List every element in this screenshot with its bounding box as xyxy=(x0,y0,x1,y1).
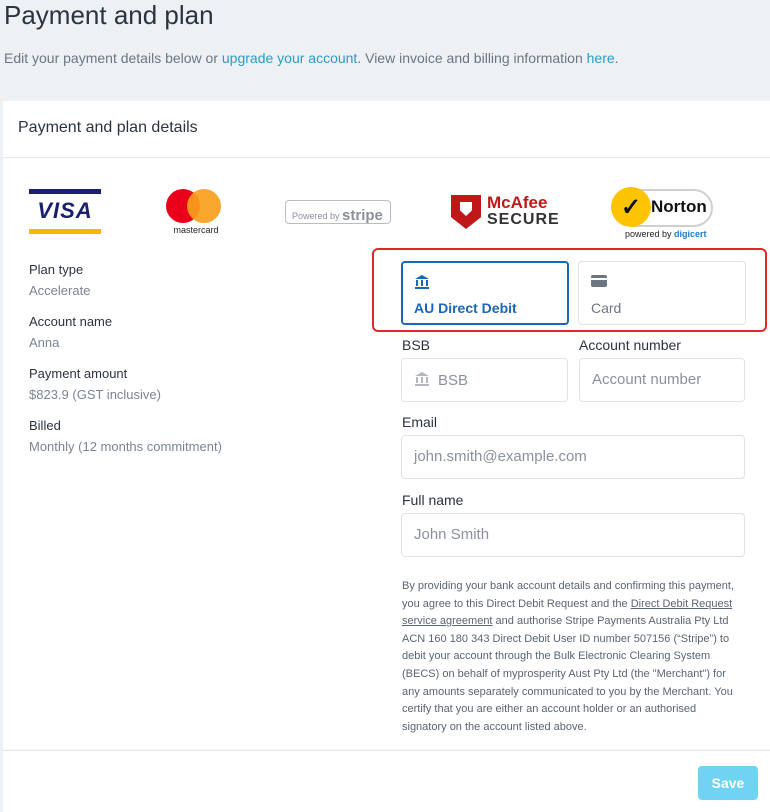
norton-wordmark: Norton xyxy=(651,197,707,216)
method-card[interactable]: Card xyxy=(578,261,746,325)
norton-powered-by: powered by xyxy=(625,229,675,239)
account-number-label: Account number xyxy=(579,337,681,353)
plan-type-value: Accelerate xyxy=(29,283,91,298)
account-number-input[interactable]: Account number xyxy=(579,358,745,402)
direct-debit-legal-text: By providing your bank account details a… xyxy=(402,578,742,736)
subtitle-middle: . View invoice and billing information xyxy=(357,50,587,66)
full-name-label: Full name xyxy=(402,492,464,508)
email-input[interactable]: john.smith@example.com xyxy=(401,435,745,479)
subtitle-prefix: Edit your payment details below or xyxy=(4,50,222,66)
subtitle-suffix: . xyxy=(614,50,619,66)
full-name-placeholder: John Smith xyxy=(414,526,490,543)
card-header: Payment and plan details xyxy=(3,101,770,158)
mcafee-secure-word: SECURE xyxy=(487,211,560,228)
visa-logo: VISA xyxy=(29,189,101,234)
visa-wordmark: VISA xyxy=(37,198,93,223)
payment-amount-label: Payment amount xyxy=(29,366,128,381)
bsb-input[interactable]: BSB xyxy=(401,358,568,402)
bsb-placeholder: BSB xyxy=(438,372,469,389)
digicert-wordmark: digicert xyxy=(674,229,707,239)
mastercard-logo: mastercard xyxy=(163,189,229,239)
full-name-input[interactable]: John Smith xyxy=(401,513,745,557)
mastercard-wordmark: mastercard xyxy=(173,225,219,235)
billing-info-link[interactable]: here xyxy=(587,50,615,66)
upgrade-account-link[interactable]: upgrade your account xyxy=(222,50,357,66)
account-name-section: Account name Anna xyxy=(29,314,112,350)
page-subtitle: Edit your payment details below or upgra… xyxy=(4,50,619,66)
bsb-label: BSB xyxy=(402,337,431,353)
account-name-label: Account name xyxy=(29,314,113,329)
method-label: Card xyxy=(591,300,622,316)
legal-part2: and authorise Stripe Payments Australia … xyxy=(402,615,733,733)
payment-card: Payment and plan details VISA mastercard… xyxy=(3,101,770,812)
plan-type-section: Plan type Accelerate xyxy=(29,262,90,298)
norton-logo: ✓ Norton powered by digicert xyxy=(611,185,715,241)
payment-amount-value: $823.9 (GST inclusive) xyxy=(29,387,161,402)
stripe-wordmark: stripe xyxy=(342,207,383,224)
email-label: Email xyxy=(402,414,438,430)
mcafee-secure-logo: McAfee SECURE xyxy=(451,191,561,231)
account-number-placeholder: Account number xyxy=(592,371,702,388)
method-label: AU Direct Debit xyxy=(414,300,517,316)
billed-section: Billed Monthly (12 months commitment) xyxy=(29,418,222,454)
billed-label: Billed xyxy=(29,418,61,433)
payment-amount-section: Payment amount $823.9 (GST inclusive) xyxy=(29,366,161,402)
page-title: Payment and plan xyxy=(4,0,214,30)
mcafee-wordmark: McAfee xyxy=(487,193,548,212)
email-placeholder: john.smith@example.com xyxy=(414,448,587,465)
billed-value: Monthly (12 months commitment) xyxy=(29,439,222,454)
method-au-direct-debit[interactable]: AU Direct Debit xyxy=(401,261,569,325)
credit-card-icon xyxy=(591,274,745,290)
powered-by-stripe-badge: Powered by stripe xyxy=(285,200,391,224)
stripe-prefix: Powered by xyxy=(292,211,340,221)
bank-icon xyxy=(414,274,567,290)
plan-type-label: Plan type xyxy=(29,262,84,277)
bank-icon xyxy=(414,371,430,391)
save-button[interactable]: Save xyxy=(698,766,758,800)
account-name-value: Anna xyxy=(29,335,60,350)
footer-divider xyxy=(3,750,770,751)
